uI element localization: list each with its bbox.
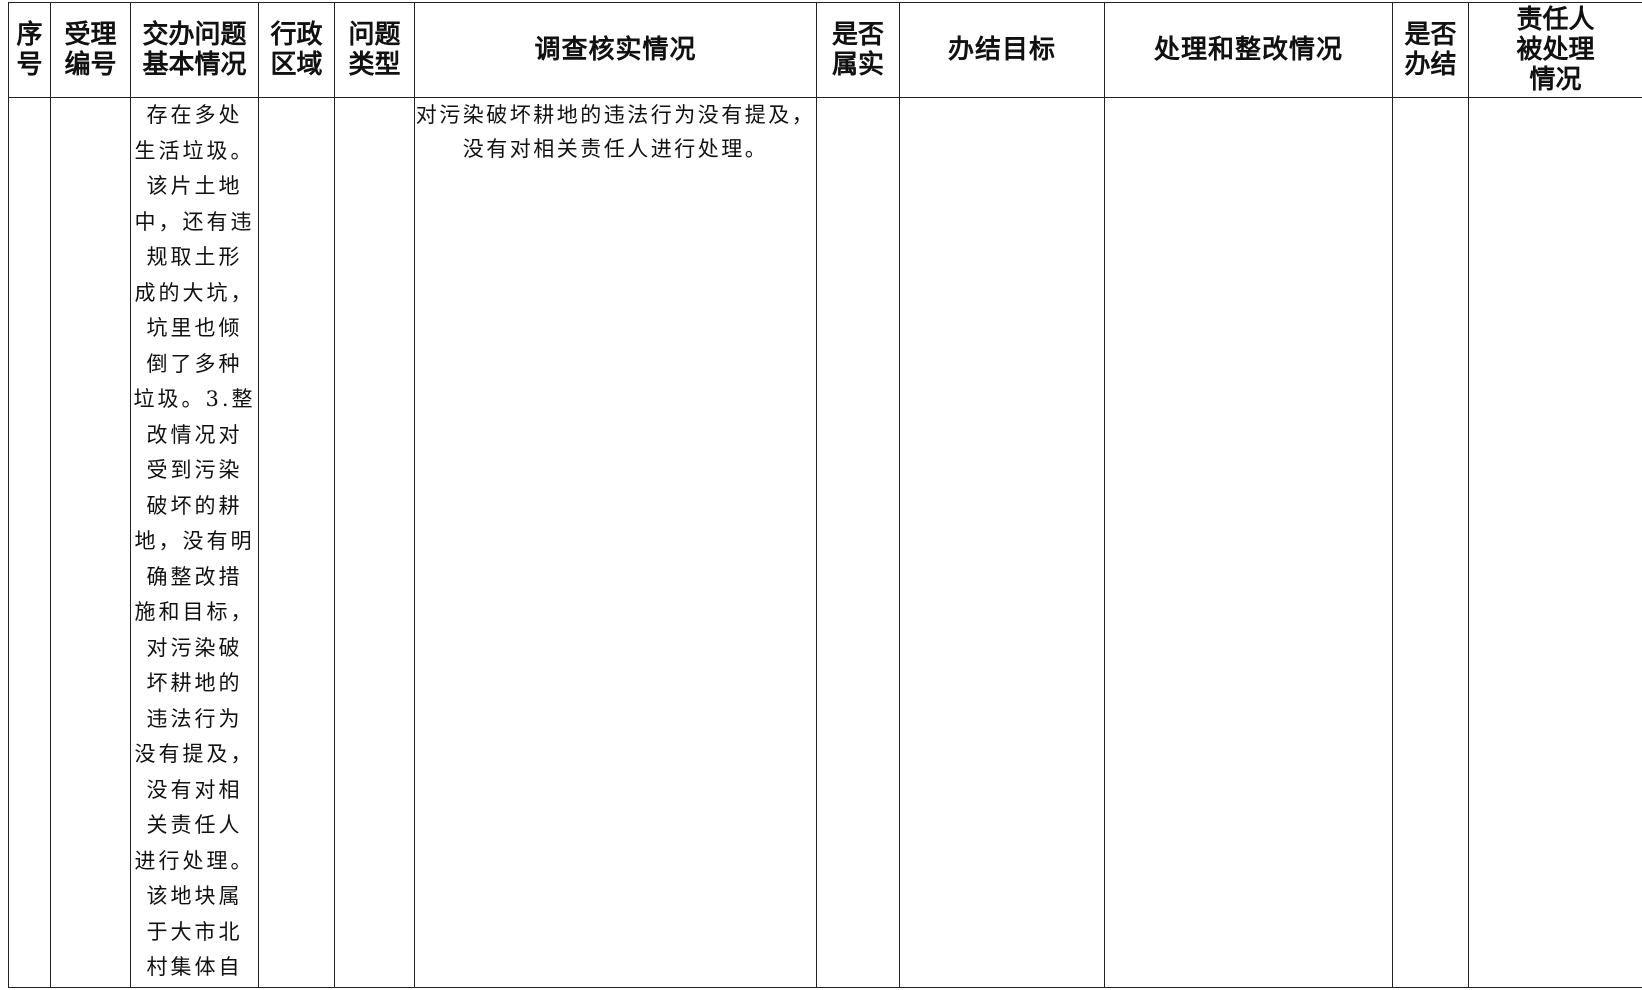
table-row: 存在多处生活垃圾。该片土地中，还有违规取土形成的大坑， 坑里也倾倒了多种垃圾。3.… [8, 97, 1642, 988]
basic-situation-line: 确整改措 [146, 564, 243, 589]
basic-situation-line: 没有对相 [146, 777, 243, 802]
survey-line: 对污染破坏耕地的违法行为没有提及， [415, 103, 816, 127]
cell-rectify [1104, 97, 1393, 988]
header-region: 行政 区域 [258, 2, 335, 98]
basic-situation-line: 施和目标， [134, 600, 255, 624]
basic-situation-line: 村集体自 [146, 955, 243, 979]
case-table: 序 号 受理 编号 交办问题 基本情况 行政 区域 问题 类型 调查核实情况 是… [8, 2, 1642, 988]
header-goal: 办结目标 [899, 2, 1105, 98]
header-seq: 序 号 [8, 2, 51, 98]
basic-situation-line: 坏耕地的 [146, 671, 243, 695]
cell-basic-situation: 存在多处生活垃圾。该片土地中，还有违规取土形成的大坑， 坑里也倾倒了多种垃圾。3.… [130, 97, 259, 988]
basic-situation-line: 该片土地 [146, 174, 243, 198]
cell-region [258, 97, 335, 988]
header-is-true: 是否 属实 [816, 2, 900, 98]
cell-accept-number [50, 97, 131, 988]
survey-line: 没有对相关责任人进行处理。 [462, 137, 769, 161]
header-survey: 调查核实情况 [414, 2, 817, 98]
basic-situation-line: 该地块属 [146, 884, 243, 908]
basic-situation-line: 受到污染 [146, 458, 243, 482]
cell-is-true [816, 97, 900, 988]
cell-seq [8, 97, 51, 988]
cell-survey: 对污染破坏耕地的违法行为没有提及， 没有对相关责任人进行处理。 [414, 97, 817, 988]
basic-situation-line: 坑里也倾 [146, 316, 243, 340]
basic-situation-line: 规取土形 [146, 245, 243, 269]
cell-responsible-handled [1468, 97, 1642, 988]
basic-situation-line: 关责任人 [146, 813, 243, 837]
basic-situation-line: 对污染破 [146, 635, 243, 660]
header-problem-type: 问题 类型 [334, 2, 415, 98]
basic-situation-line: 垃圾。3.整 [133, 387, 256, 411]
basic-situation-line: 成的大坑， [134, 280, 255, 305]
basic-situation-line: 没有提及， [134, 742, 255, 766]
cell-closed [1392, 97, 1469, 988]
basic-situation-line: 改情况对 [146, 422, 243, 447]
basic-situation-line: 违法行为 [146, 706, 243, 731]
basic-situation-line: 倒了多种 [146, 351, 243, 376]
header-closed: 是否 办结 [1392, 2, 1469, 98]
header-rectify: 处理和整改情况 [1104, 2, 1393, 98]
header-row: 序 号 受理 编号 交办问题 基本情况 行政 区域 问题 类型 调查核实情况 是… [8, 2, 1642, 98]
document-page: 序 号 受理 编号 交办问题 基本情况 行政 区域 问题 类型 调查核实情况 是… [0, 0, 1642, 990]
basic-situation-line: 进行处理。 [134, 848, 255, 873]
basic-situation-line: 地，没有明 [134, 529, 255, 553]
cell-goal [899, 97, 1105, 988]
basic-situation-line: 生活垃圾。 [134, 138, 255, 163]
header-basic-situation: 交办问题 基本情况 [130, 2, 259, 98]
cell-problem-type [334, 97, 415, 988]
basic-situation-line: 破坏的耕 [146, 493, 243, 518]
basic-situation-line: 存在多处 [146, 103, 243, 127]
header-responsible-handled: 责任人 被处理 情况 [1468, 2, 1642, 98]
basic-situation-line: 中，还有违 [134, 209, 255, 234]
header-accept-number: 受理 编号 [50, 2, 131, 98]
basic-situation-line: 于大市北 [146, 919, 243, 944]
